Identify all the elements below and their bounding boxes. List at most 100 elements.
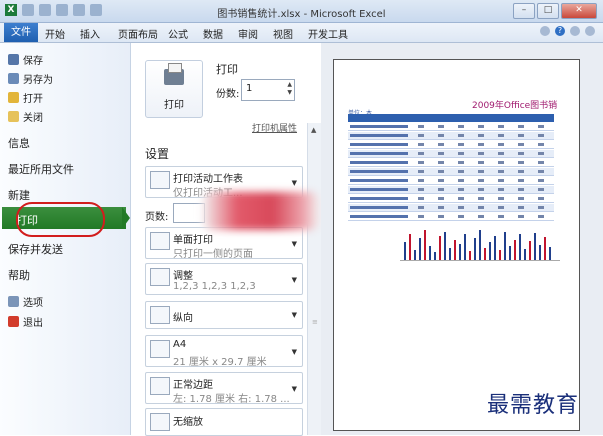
collate-dropdown[interactable]: 调整 1,2,3 1,2,3 1,2,3 ▼ [145, 263, 303, 295]
tab-home[interactable]: 开始 [45, 26, 65, 41]
preview-chart-bar [489, 242, 491, 260]
preview-chart-bar [424, 230, 426, 260]
preview-chart-bar [429, 246, 431, 260]
tab-data[interactable]: 数据 [203, 26, 223, 41]
dropdown-label: 调整 [173, 271, 193, 282]
minimize-ribbon-icon[interactable] [540, 26, 550, 36]
preview-table [348, 114, 554, 224]
copies-value: 1 [246, 83, 253, 94]
close-file-icon [8, 111, 19, 122]
preview-chart-bar [529, 241, 531, 260]
dropdown-sublabel: 1,2,3 1,2,3 1,2,3 [173, 281, 256, 292]
workbook-minimize-icon[interactable] [570, 26, 580, 36]
tab-insert[interactable]: 插入 [80, 26, 100, 41]
sidebar-item-close[interactable]: 关闭 [8, 109, 43, 124]
settings-heading: 设置 [145, 147, 170, 161]
orientation-dropdown[interactable]: 纵向 ▼ [145, 301, 303, 329]
margins-icon [150, 377, 170, 395]
copies-stepper[interactable]: 1 ▲ ▼ [241, 79, 295, 101]
chevron-down-icon: ▼ [291, 348, 297, 356]
chevron-down-icon: ▼ [291, 276, 297, 284]
tab-file[interactable]: 文件 [4, 23, 38, 42]
report-title: 2009年Office图书销 [472, 101, 558, 111]
sidebar-item-help[interactable]: 帮助 [8, 267, 30, 283]
sidebar-item-recent[interactable]: 最近所用文件 [8, 161, 74, 177]
chevron-down-icon: ▼ [291, 311, 297, 319]
tab-review[interactable]: 审阅 [238, 26, 258, 41]
options-icon [8, 296, 19, 307]
preview-chart-bar [444, 232, 446, 260]
sides-dropdown[interactable]: 单面打印 只打印一侧的页面 ▼ [145, 227, 303, 260]
table-row [348, 150, 554, 158]
chevron-down-icon: ▼ [291, 240, 297, 248]
sidebar-item-save-send[interactable]: 保存并发送 [8, 241, 63, 257]
preview-chart-bar [474, 238, 476, 260]
table-row [348, 186, 554, 194]
tab-formulas[interactable]: 公式 [168, 26, 188, 41]
dropdown-label: 无缩放 [173, 417, 203, 428]
print-button[interactable]: 打印 [145, 60, 203, 118]
tab-view[interactable]: 视图 [273, 26, 293, 41]
sidebar-item-label: 关闭 [23, 113, 43, 124]
sidebar-item-options[interactable]: 选项 [8, 294, 43, 309]
preview-chart-bar [514, 240, 516, 260]
workbook-restore-icon[interactable] [585, 26, 595, 36]
dropdown-sublabel: 21 厘米 x 29.7 厘米 [173, 357, 267, 368]
preview-chart-bar [449, 248, 451, 260]
sidebar-item-exit[interactable]: 退出 [8, 314, 43, 329]
table-row [348, 204, 554, 212]
sidebar-item-open[interactable]: 打开 [8, 90, 43, 105]
dropdown-label: 正常边距 [173, 380, 213, 391]
preview-chart-bar [404, 242, 406, 260]
sidebar-item-save-as[interactable]: 另存为 [8, 71, 53, 86]
table-row [348, 132, 554, 140]
dropdown-label: 单面打印 [173, 235, 213, 246]
table-row [348, 141, 554, 149]
sidebar-item-info[interactable]: 信息 [8, 135, 30, 151]
table-row [348, 213, 554, 221]
scaling-icon [150, 413, 170, 431]
title-bar: X 图书销售统计.xlsx - Microsoft Excel – □ ✕ [0, 0, 603, 23]
table-row [348, 168, 554, 176]
margins-dropdown[interactable]: 正常边距 左: 1.78 厘米 右: 1.78 ... ▼ [145, 372, 303, 405]
sheet-icon [150, 171, 170, 189]
watermark-text: 最需教育 [487, 393, 580, 418]
scaling-dropdown[interactable]: 无缩放 [145, 408, 303, 436]
sidebar-item-save[interactable]: 保存 [8, 52, 43, 67]
preview-chart-bar [484, 248, 486, 260]
ribbon-tabs: 文件 开始 插入 页面布局 公式 数据 审阅 视图 开发工具 ? [0, 23, 603, 43]
help-icon[interactable]: ? [555, 26, 565, 36]
close-button[interactable]: ✕ [561, 3, 597, 19]
scroll-grip-icon[interactable]: ≡ [312, 318, 318, 326]
dropdown-sublabel: 只打印一侧的页面 [173, 249, 253, 260]
preview-chart-bar [519, 234, 521, 260]
minimize-button[interactable]: – [513, 3, 535, 19]
printer-icon [164, 63, 184, 85]
tab-developer[interactable]: 开发工具 [308, 26, 348, 41]
print-preview-area: 2009年Office图书销 单位：本 [321, 43, 603, 435]
exit-icon [8, 316, 19, 327]
spin-arrows-icon[interactable]: ▲ ▼ [287, 81, 292, 97]
ribbon-right-icons: ? [540, 26, 595, 36]
maximize-button[interactable]: □ [537, 3, 559, 19]
settings-scrollbar[interactable]: ▲ ≡ [307, 123, 322, 435]
preview-chart-bar [494, 236, 496, 260]
pages-from-input[interactable] [173, 203, 205, 223]
sidebar-item-label: 保存 [23, 56, 43, 67]
copies-label: 份数: [216, 89, 240, 100]
tab-page-layout[interactable]: 页面布局 [118, 26, 158, 41]
preview-chart-bar [509, 246, 511, 260]
dropdown-sublabel: 左: 1.78 厘米 右: 1.78 ... [173, 394, 290, 405]
preview-chart-bar [414, 250, 416, 260]
paper-size-dropdown[interactable]: A4 21 厘米 x 29.7 厘米 ▼ [145, 335, 303, 368]
sidebar-item-label: 选项 [23, 298, 43, 309]
preview-chart-bar [409, 234, 411, 260]
sidebar-item-new[interactable]: 新建 [8, 187, 30, 203]
print-heading: 打印 [216, 63, 238, 76]
scroll-up-icon[interactable]: ▲ [311, 126, 316, 134]
printer-properties-link[interactable]: 打印机属性 [252, 121, 297, 134]
preview-page: 2009年Office图书销 单位：本 [333, 59, 580, 431]
folder-open-icon [8, 92, 19, 103]
portrait-icon [150, 306, 170, 324]
preview-chart-bar [549, 247, 551, 260]
